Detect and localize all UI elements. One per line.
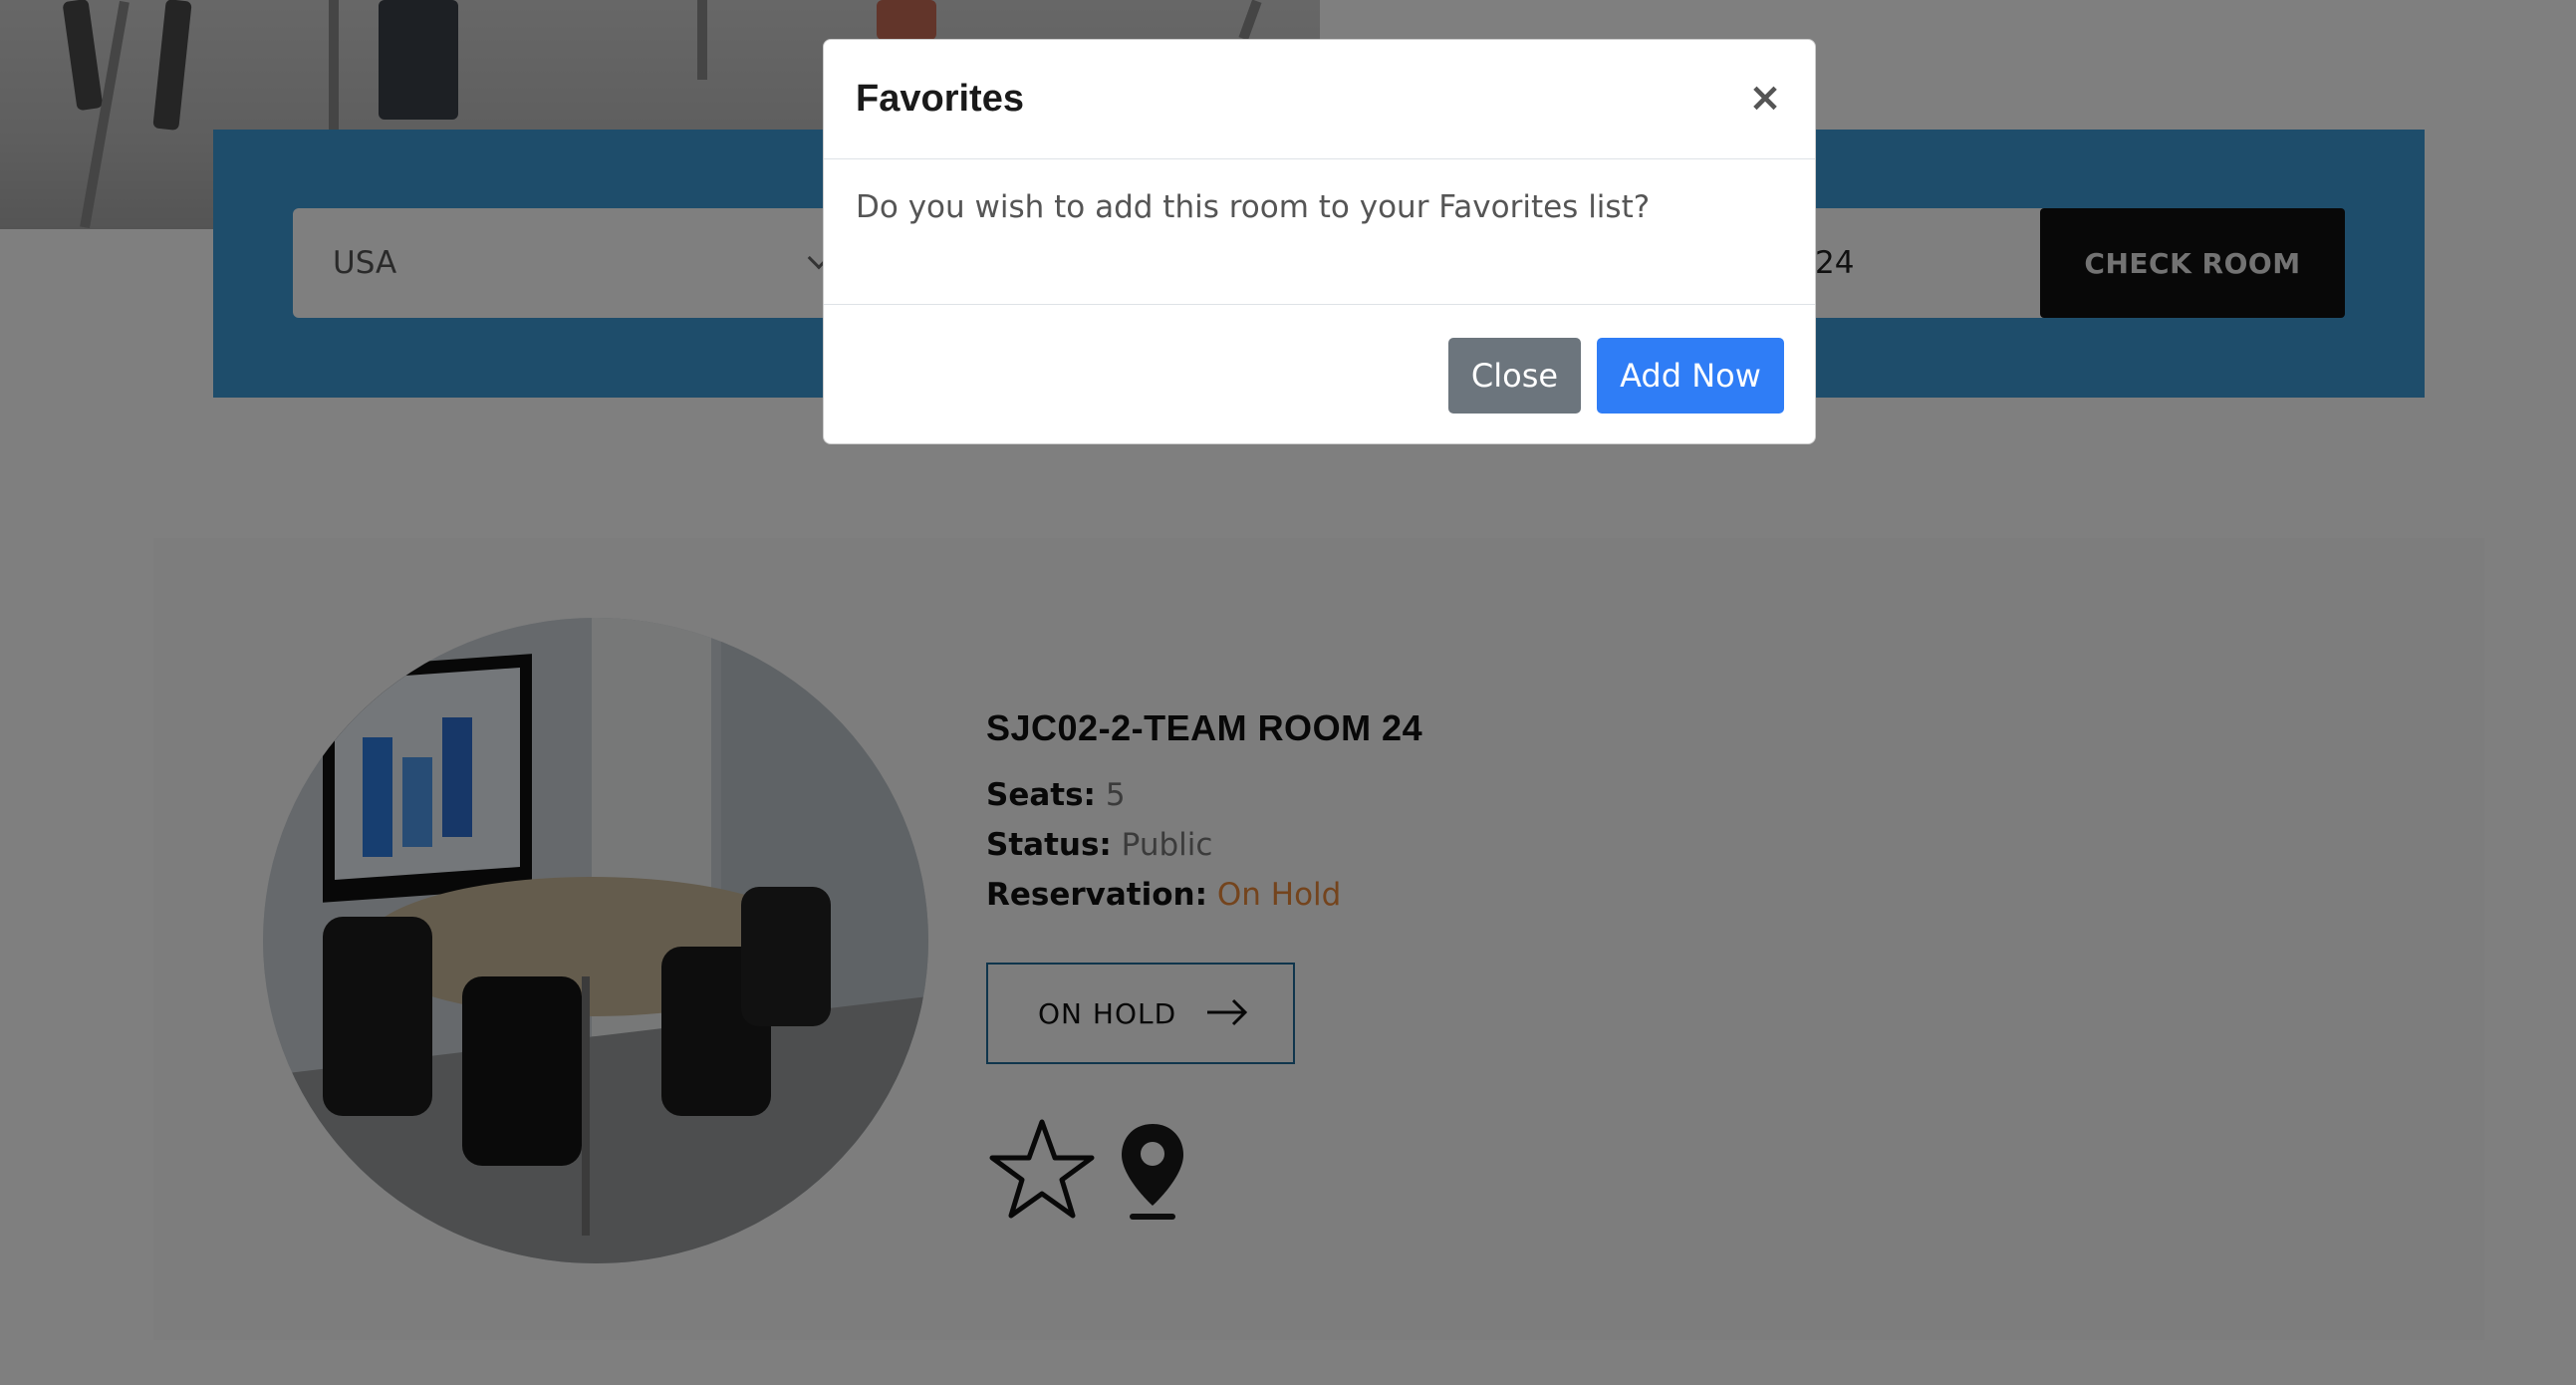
modal-header: Favorites × <box>824 40 1815 159</box>
modal-body: Do you wish to add this room to your Fav… <box>824 159 1815 305</box>
modal-title: Favorites <box>856 78 1024 120</box>
favorites-modal: Favorites × Do you wish to add this room… <box>823 39 1816 444</box>
modal-footer: Close Add Now <box>824 305 1815 444</box>
close-icon[interactable]: × <box>1745 78 1785 118</box>
add-now-button[interactable]: Add Now <box>1597 338 1784 414</box>
close-button[interactable]: Close <box>1448 338 1581 414</box>
modal-message: Do you wish to add this room to your Fav… <box>856 189 1651 225</box>
